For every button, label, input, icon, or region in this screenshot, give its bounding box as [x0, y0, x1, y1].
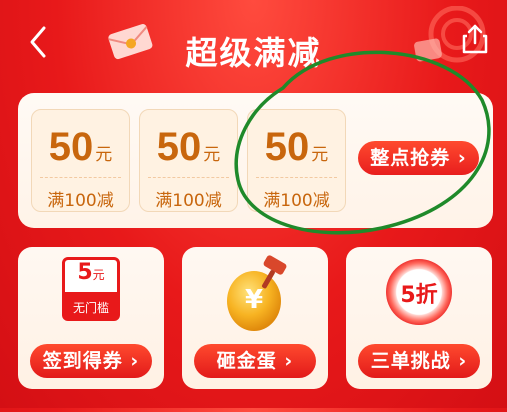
green-annotation-circle	[0, 0, 507, 412]
